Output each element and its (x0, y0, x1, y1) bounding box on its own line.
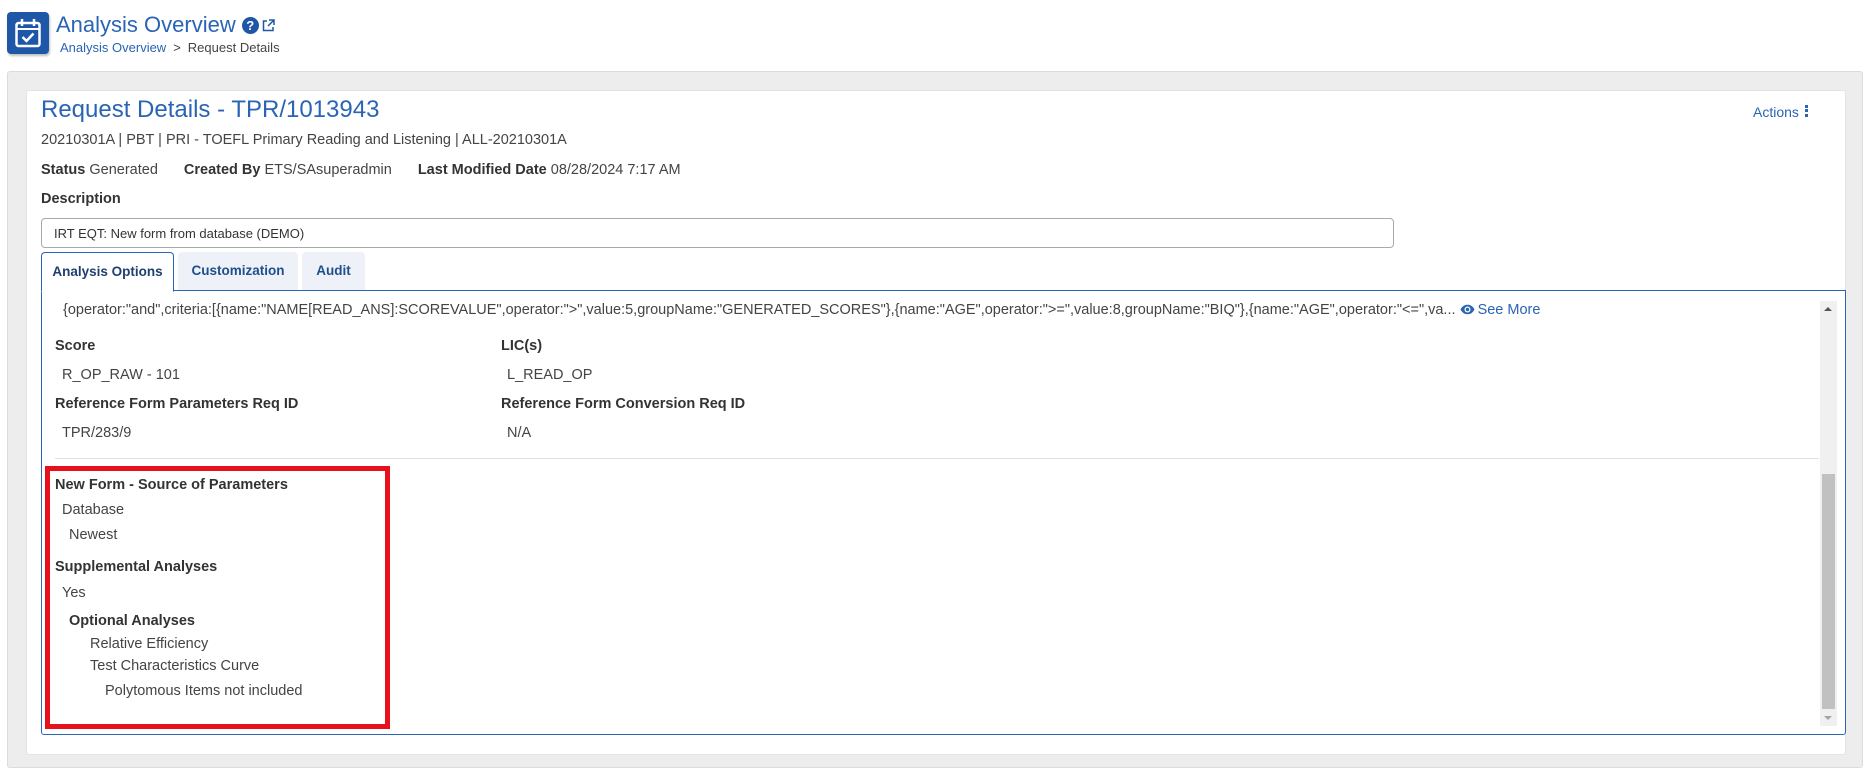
status-label: Status (41, 162, 86, 178)
ref-conversion-value: N/A (507, 425, 532, 441)
app-title: Analysis Overview? (56, 12, 275, 38)
ref-params-label: Reference Form Parameters Req ID (55, 396, 299, 412)
page-title: Request Details - TPR/1013943 (41, 96, 380, 123)
score-label: Score (55, 338, 96, 354)
criteria-text: {operator:"and",criteria:[{name:"NAME[RE… (63, 302, 1540, 319)
last-modified-label: Last Modified Date (417, 162, 547, 178)
see-more-label: See More (1477, 302, 1541, 318)
actions-menu-button[interactable]: Actions (1753, 104, 1809, 120)
request-meta: Status Generated Created By ETS/SAsuperad… (41, 162, 681, 178)
question-circle-icon[interactable]: ? (241, 17, 259, 34)
section-divider (55, 458, 1819, 459)
analysis-options-panel: {operator:"and",criteria:[{name:"NAME[RE… (41, 290, 1846, 735)
breadcrumb-separator: > (173, 40, 181, 55)
status-value: Generated (89, 162, 158, 178)
lics-label: LIC(s) (501, 338, 543, 354)
external-link-icon[interactable] (262, 12, 275, 38)
lics-value: L_READ_OP (507, 367, 593, 383)
last-modified-value: 08/28/2024 7:17 AM (550, 162, 681, 178)
created-by-label: Created By (183, 162, 261, 178)
actions-label: Actions (1753, 104, 1799, 120)
scrollbar-thumb[interactable] (1822, 474, 1835, 709)
tab-customization[interactable]: Customization (178, 252, 298, 291)
vertical-scrollbar[interactable] (1820, 301, 1837, 726)
app-header: Analysis Overview? Analysis Overview > Req… (0, 0, 1863, 71)
kebab-icon (1804, 104, 1809, 119)
criteria-expression: {operator:"and",criteria:[{name:"NAME[RE… (63, 302, 1456, 318)
scroll-up-arrow-icon[interactable] (1820, 301, 1837, 318)
ref-params-value: TPR/283/9 (62, 425, 132, 441)
tab-analysis-options[interactable]: Analysis Options (41, 252, 174, 292)
breadcrumb: Analysis Overview > Request Details (60, 40, 280, 55)
request-subline: 20210301A | PBT | PRI - TOEFL Primary Re… (41, 132, 567, 148)
tab-audit[interactable]: Audit (302, 252, 365, 291)
see-more-link[interactable]: See More (1460, 302, 1541, 319)
calendar-check-icon (7, 12, 49, 54)
scroll-down-arrow-icon[interactable] (1820, 709, 1837, 726)
last-modified-field: Last Modified Date 08/28/2024 7:17 AM (418, 162, 681, 178)
app-title-text: Analysis Overview (56, 12, 236, 37)
score-value: R_OP_RAW - 101 (62, 367, 180, 383)
description-label: Description (41, 191, 121, 207)
breadcrumb-link-analysis-overview[interactable]: Analysis Overview (60, 40, 166, 55)
created-by-field: Created By ETS/SAsuperadmin (184, 162, 392, 178)
ref-conversion-label: Reference Form Conversion Req ID (501, 396, 746, 412)
highlight-box (45, 466, 390, 729)
breadcrumb-current: Request Details (187, 40, 280, 55)
description-field[interactable] (41, 218, 1394, 248)
created-by-value: ETS/SAsuperadmin (264, 162, 392, 178)
eye-icon (1460, 303, 1475, 319)
status-field: Status Generated (41, 162, 158, 178)
